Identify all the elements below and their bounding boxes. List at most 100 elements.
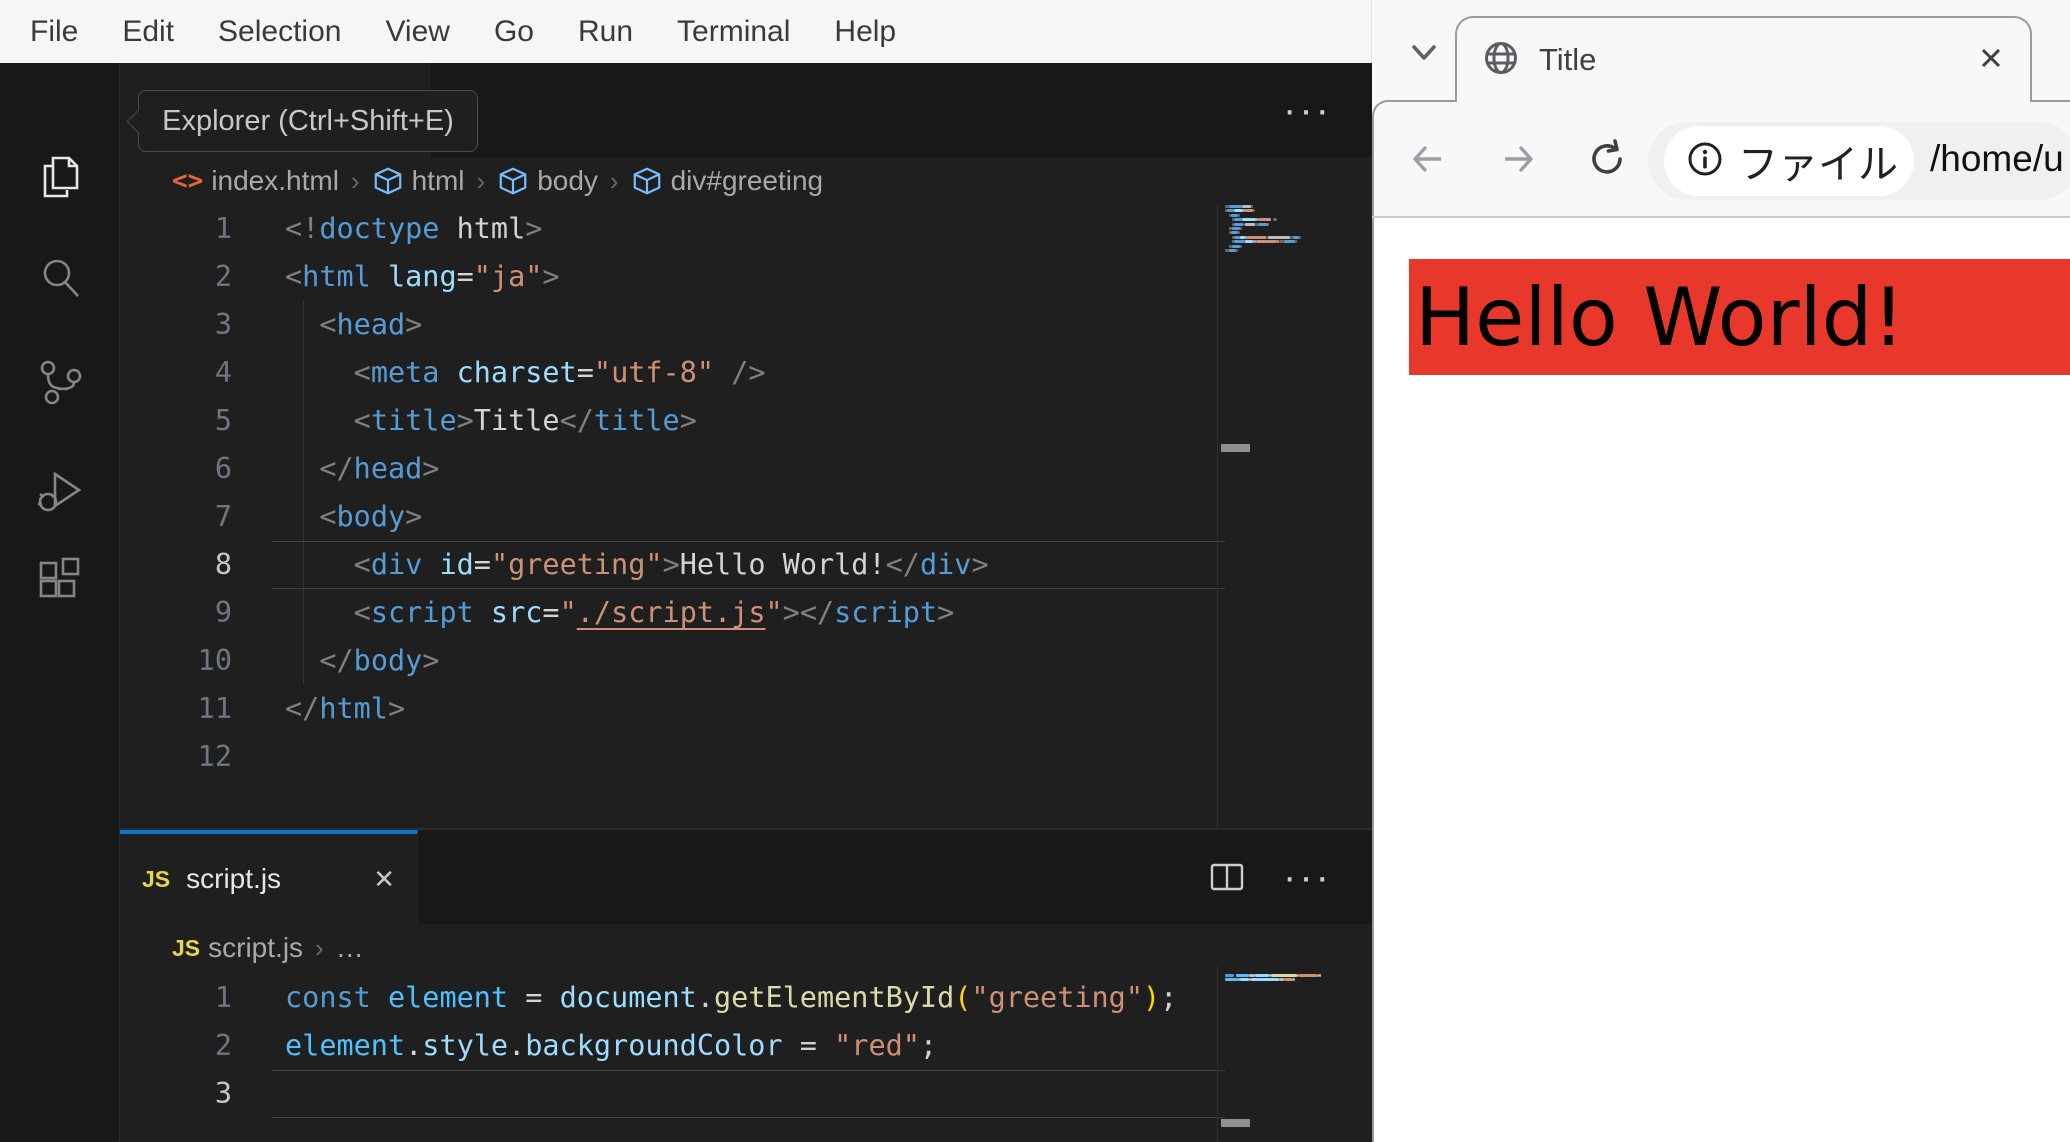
browser-window: Title ファイル /home/u Hello World! bbox=[1372, 0, 2070, 1142]
menu-item-run[interactable]: Run bbox=[556, 0, 655, 63]
breadcrumb-separator: › bbox=[315, 932, 324, 963]
close-icon[interactable] bbox=[1978, 45, 2004, 76]
symbol-cube-icon bbox=[374, 167, 401, 195]
code-line: 5 <title>Title</title> bbox=[120, 397, 1372, 445]
line-number: 4 bbox=[214, 356, 232, 389]
code-line: 2 <html lang="ja"> bbox=[120, 253, 1372, 301]
code-line: 4 <meta charset="utf-8" /> bbox=[120, 349, 1372, 397]
files-icon bbox=[43, 156, 79, 198]
breadcrumb-separator: › bbox=[350, 165, 360, 196]
menu-item-file[interactable]: File bbox=[8, 0, 100, 63]
source-control-icon bbox=[40, 360, 82, 405]
breadcrumb: JS script.js › … bbox=[120, 924, 1372, 972]
line-number: 3 bbox=[214, 308, 232, 341]
breadcrumb-item[interactable]: … bbox=[336, 932, 364, 964]
code-line: 11 </html> bbox=[120, 685, 1372, 733]
forward-icon[interactable] bbox=[1498, 102, 1538, 216]
breadcrumb-item[interactable]: body bbox=[497, 165, 598, 197]
line-number: 1 bbox=[214, 212, 232, 245]
split-editor-icon[interactable] bbox=[1209, 861, 1245, 893]
run-debug-icon bbox=[38, 471, 82, 512]
html-file-icon: <> bbox=[172, 166, 204, 196]
menu-item-edit[interactable]: Edit bbox=[100, 0, 196, 63]
extensions-icon bbox=[39, 557, 80, 598]
breadcrumb-separator: › bbox=[609, 165, 619, 196]
line-number: 6 bbox=[214, 452, 232, 485]
symbol-cube-icon bbox=[633, 167, 660, 195]
code-editor-js[interactable]: 1 const element = document.getElementById… bbox=[120, 974, 1372, 1142]
line-number: 11 bbox=[197, 692, 232, 725]
code-line: 3 <head> bbox=[120, 301, 1372, 349]
scrollbar[interactable] bbox=[1217, 966, 1251, 1142]
code-line: 8 <div id="greeting">Hello World!</div> bbox=[120, 541, 1372, 589]
line-number: 2 bbox=[214, 260, 232, 293]
line-number: 3 bbox=[214, 1077, 232, 1110]
greeting-highlight: Hello World! bbox=[1409, 259, 2070, 375]
line-number: 8 bbox=[214, 548, 232, 581]
tab-script-js[interactable]: JS script.js ✕ bbox=[120, 830, 418, 924]
browser-tab[interactable]: Title bbox=[1455, 16, 2032, 102]
code-line: 9 <script src="./script.js"></script> bbox=[120, 589, 1372, 637]
chip-label: ファイル bbox=[1738, 142, 1898, 188]
breadcrumb-item[interactable]: html bbox=[372, 165, 465, 197]
reload-icon[interactable] bbox=[1586, 102, 1628, 216]
line-number: 10 bbox=[197, 644, 232, 677]
code-editor-html[interactable]: 1 <!doctype html> 2 <html lang="ja"> 3 <head… bbox=[120, 205, 1372, 891]
menu-item-help[interactable]: Help bbox=[812, 0, 918, 63]
info-icon bbox=[1686, 140, 1724, 183]
browser-page: Hello World! bbox=[1374, 218, 2070, 1142]
line-number: 2 bbox=[214, 1029, 232, 1062]
url-text[interactable]: /home/u bbox=[1930, 102, 2064, 216]
symbol-cube-icon bbox=[499, 167, 527, 195]
code-line: 2 element.style.backgroundColor = "red"; bbox=[120, 1022, 1372, 1070]
more-actions-icon[interactable]: ··· bbox=[1283, 90, 1332, 130]
line-number: 7 bbox=[214, 500, 232, 533]
breadcrumb-item[interactable]: div#greeting bbox=[631, 165, 823, 197]
explorer-tooltip: Explorer (Ctrl+Shift+E) bbox=[138, 90, 478, 152]
activity-bar-explorer[interactable] bbox=[0, 133, 120, 221]
activity-bar-extensions[interactable] bbox=[0, 536, 120, 624]
browser-tab-title: Title bbox=[1539, 42, 1597, 77]
line-number: 1 bbox=[214, 981, 232, 1014]
menu-item-selection[interactable]: Selection bbox=[196, 0, 363, 63]
menu-item-go[interactable]: Go bbox=[472, 0, 556, 63]
code-line: 12 bbox=[120, 733, 1372, 781]
breadcrumb-item[interactable]: <> index.html bbox=[172, 165, 339, 197]
code-line: 7 <body> bbox=[120, 493, 1372, 541]
search-icon bbox=[43, 259, 79, 297]
globe-favicon bbox=[1483, 40, 1519, 81]
line-number: 5 bbox=[214, 404, 232, 437]
line-number: 12 bbox=[197, 740, 232, 773]
code-line: 1 <!doctype html> bbox=[120, 205, 1372, 253]
tab-label: script.js bbox=[186, 863, 282, 894]
scrollbar[interactable] bbox=[1217, 205, 1251, 891]
menu-item-terminal[interactable]: Terminal bbox=[655, 0, 812, 63]
code-line: 3 bbox=[120, 1070, 1372, 1118]
editor-tab-bar-js: JS script.js ✕ ··· bbox=[120, 830, 1372, 924]
code-line: 6 </head> bbox=[120, 445, 1372, 493]
js-file-icon: JS bbox=[172, 934, 201, 961]
js-file-icon: JS bbox=[142, 865, 171, 892]
tab-search-chevron-icon[interactable] bbox=[1402, 30, 1446, 79]
line-number: 9 bbox=[214, 596, 232, 629]
breadcrumb-item[interactable]: JS script.js bbox=[172, 932, 303, 964]
close-icon[interactable]: ✕ bbox=[373, 864, 395, 895]
back-icon[interactable] bbox=[1408, 102, 1448, 216]
file-scheme-chip[interactable]: ファイル bbox=[1664, 126, 1914, 196]
more-actions-icon[interactable]: ··· bbox=[1283, 857, 1332, 897]
code-line: 10 </body> bbox=[120, 637, 1372, 685]
activity-bar-run-and-debug[interactable] bbox=[0, 447, 120, 535]
code-line: 1 const element = document.getElementById… bbox=[120, 974, 1372, 1022]
breadcrumb-separator: › bbox=[476, 165, 486, 196]
activity-bar bbox=[0, 63, 120, 1142]
screen: FileEditSelectionViewGoRunTerminalHelp <… bbox=[0, 0, 2070, 1142]
greeting-text: Hello World! bbox=[1415, 270, 1905, 364]
overview-ruler-cursor-marker bbox=[1221, 1119, 1250, 1127]
activity-bar-search[interactable] bbox=[0, 235, 120, 323]
menu-bar: File Edit Selection View Go Run Terminal Help bbox=[0, 0, 1372, 63]
activity-bar-source-control[interactable] bbox=[0, 339, 120, 427]
vscode-window: <> index.html ✕ ··· <>index.html›html›bo… bbox=[0, 63, 1372, 1142]
breadcrumb: <> index.html › html › body › div#greeting bbox=[120, 157, 1372, 205]
overview-ruler-cursor-marker bbox=[1221, 444, 1250, 452]
menu-item-view[interactable]: View bbox=[363, 0, 471, 63]
